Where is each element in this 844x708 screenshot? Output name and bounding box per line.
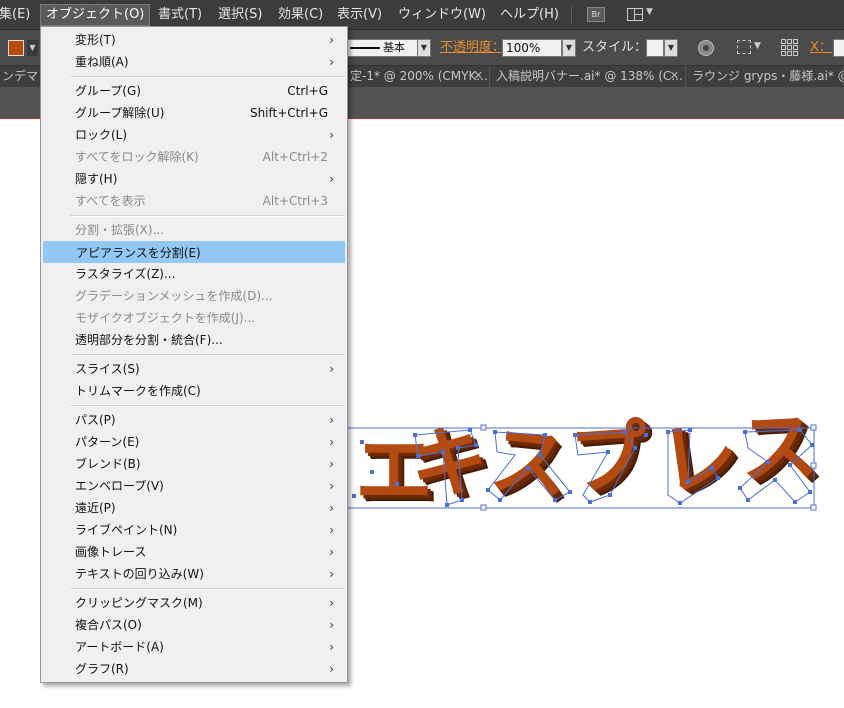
menu-item-path[interactable]: パス(P) › xyxy=(43,409,345,431)
menu-item-text-wrap[interactable]: テキストの回り込み(W) › xyxy=(43,563,345,585)
opacity-input[interactable]: 100% xyxy=(502,39,562,57)
style-dropdown-button[interactable]: ▼ xyxy=(664,39,678,57)
artwork-glyph: ス xyxy=(737,402,821,496)
menu-item-expand-appearance[interactable]: アピアランスを分割(E) xyxy=(43,241,345,263)
menu-separator xyxy=(70,588,345,590)
x-coordinate-input[interactable] xyxy=(833,39,844,57)
menu-separator xyxy=(70,354,345,356)
artwork-glyph: ス xyxy=(485,415,573,513)
menu-select[interactable]: 選択(S) xyxy=(213,4,267,26)
stroke-profile-label: 基本 xyxy=(383,41,405,54)
submenu-arrow-icon: › xyxy=(329,501,334,515)
menu-item-image-trace[interactable]: 画像トレース › xyxy=(43,541,345,563)
menu-item-expand[interactable]: 分割・拡張(X)... xyxy=(43,219,345,241)
menu-effect[interactable]: 効果(C) xyxy=(273,4,328,26)
close-icon[interactable]: ✕ xyxy=(670,66,679,86)
menu-help[interactable]: ヘルプ(H) xyxy=(495,4,564,26)
opacity-dropdown-button[interactable]: ▼ xyxy=(562,39,576,57)
menu-item-slice[interactable]: スライス(S) › xyxy=(43,358,345,380)
artwork-glyph: プ xyxy=(566,411,652,507)
submenu-arrow-icon: › xyxy=(329,479,334,493)
close-icon[interactable]: ✕ xyxy=(474,66,483,86)
chevron-down-icon: ▼ xyxy=(646,7,653,17)
menu-item-live-paint[interactable]: ライブペイント(N) › xyxy=(43,519,345,541)
menu-item-perspective[interactable]: 遠近(P) › xyxy=(43,497,345,519)
submenu-arrow-icon: › xyxy=(329,457,334,471)
menu-type[interactable]: 書式(T) xyxy=(153,4,207,26)
submenu-arrow-icon: › xyxy=(329,618,334,632)
document-tab[interactable]: 入稿説明バナー.ai* @ 138% (C... ✕ xyxy=(490,66,686,87)
chevron-down-icon[interactable]: ▼ xyxy=(754,41,761,51)
menu-separator xyxy=(70,76,345,78)
isolate-icon[interactable] xyxy=(737,40,751,54)
workspace-switcher[interactable]: ▼ xyxy=(627,7,655,23)
submenu-arrow-icon: › xyxy=(329,545,334,559)
align-icon[interactable] xyxy=(781,39,799,57)
menu-object[interactable]: オブジェクト(O) xyxy=(40,4,151,26)
menu-item-group[interactable]: グループ(G) Ctrl+G xyxy=(43,80,345,102)
submenu-arrow-icon: › xyxy=(329,567,334,581)
submenu-arrow-icon: › xyxy=(329,596,334,610)
menu-item-ungroup[interactable]: グループ解除(U) Shift+Ctrl+G xyxy=(43,102,345,124)
menu-item-pattern[interactable]: パターン(E) › xyxy=(43,431,345,453)
submenu-arrow-icon: › xyxy=(329,435,334,449)
submenu-arrow-icon: › xyxy=(329,413,334,427)
menu-item-hide[interactable]: 隠す(H) › xyxy=(43,168,345,190)
menu-item-compound-path[interactable]: 複合パス(O) › xyxy=(43,614,345,636)
submenu-arrow-icon: › xyxy=(329,362,334,376)
opacity-label[interactable]: 不透明度： xyxy=(440,39,505,57)
menu-item-rasterize[interactable]: ラスタライズ(Z)... xyxy=(43,263,345,285)
submenu-arrow-icon: › xyxy=(329,662,334,676)
tab-title: ラウンジ gryps・藤様.ai* @ 100% xyxy=(692,69,843,83)
menu-item-lock[interactable]: ロック(L) › xyxy=(43,124,345,146)
submenu-arrow-icon: › xyxy=(329,640,334,654)
stroke-profile-select[interactable]: 基本 xyxy=(346,39,418,57)
style-label: スタイル： xyxy=(582,40,648,55)
submenu-arrow-icon: › xyxy=(329,128,334,142)
submenu-arrow-icon: › xyxy=(329,523,334,537)
tab-title: ンデマン xyxy=(2,69,43,83)
menu-item-transform[interactable]: 変形(T) › xyxy=(43,29,345,51)
tab-title: 入稿説明バナー.ai* @ 138% (C... xyxy=(496,69,683,83)
menu-item-clipping-mask[interactable]: クリッピングマスク(M) › xyxy=(43,592,345,614)
bridge-button[interactable]: Br xyxy=(587,7,605,22)
recolor-artwork-icon[interactable] xyxy=(698,40,714,56)
artwork-glyph: キ xyxy=(405,415,493,513)
menu-item-create-gradient-mesh[interactable]: グラデーションメッシュを作成(D)... xyxy=(43,285,345,307)
submenu-arrow-icon: › xyxy=(329,33,334,47)
menu-item-artboards[interactable]: アートボード(A) › xyxy=(43,636,345,658)
submenu-arrow-icon: › xyxy=(329,55,334,69)
menu-item-show-all[interactable]: すべてを表示 Alt+Ctrl+3 xyxy=(43,190,345,212)
menu-item-unlock-all[interactable]: すべてをロック解除(K) Alt+Ctrl+2 xyxy=(43,146,345,168)
menu-item-arrange[interactable]: 重ね順(A) › xyxy=(43,51,345,73)
fill-dropdown-arrow[interactable]: ▼ xyxy=(27,40,38,56)
stroke-line-preview xyxy=(350,47,380,49)
stroke-dropdown-button[interactable]: ▼ xyxy=(417,39,431,57)
fill-color-swatch[interactable] xyxy=(8,40,24,56)
document-tab[interactable]: ンデマン xyxy=(0,66,44,87)
document-tab[interactable]: 定-1* @ 200% (CMYK... ✕ xyxy=(348,66,490,87)
document-tab[interactable]: ラウンジ gryps・藤様.ai* @ 100% xyxy=(686,66,844,87)
layout-icon xyxy=(627,8,643,21)
object-menu-dropdown: 変形(T) › 重ね順(A) › グループ(G) Ctrl+G グループ解除(U) Sh… xyxy=(40,26,348,683)
menu-item-envelope[interactable]: エンベロープ(V) › xyxy=(43,475,345,497)
artwork-glyph: レ xyxy=(654,409,744,509)
menu-item-flatten-transparency[interactable]: 透明部分を分割・統合(F)... xyxy=(43,329,345,351)
submenu-arrow-icon: › xyxy=(329,172,334,186)
menu-edit[interactable]: 集(E) xyxy=(0,4,35,26)
menu-item-graph[interactable]: グラフ(R) › xyxy=(43,658,345,680)
x-coordinate-label[interactable]: X： xyxy=(810,39,832,57)
menu-separator xyxy=(70,405,345,407)
graphic-style-swatch[interactable] xyxy=(646,39,664,57)
menu-view[interactable]: 表示(V) xyxy=(332,4,387,26)
menu-item-create-object-mosaic[interactable]: モザイクオブジェクトを作成(J)... xyxy=(43,307,345,329)
menu-item-create-trim-marks[interactable]: トリムマークを作成(C) xyxy=(43,380,345,402)
menu-window[interactable]: ウィンドウ(W) xyxy=(393,4,491,26)
menu-separator xyxy=(571,6,572,24)
tab-title: 定-1* @ 200% (CMYK... xyxy=(350,69,488,83)
menu-item-blend[interactable]: ブレンド(B) › xyxy=(43,453,345,475)
menu-separator xyxy=(70,215,345,217)
